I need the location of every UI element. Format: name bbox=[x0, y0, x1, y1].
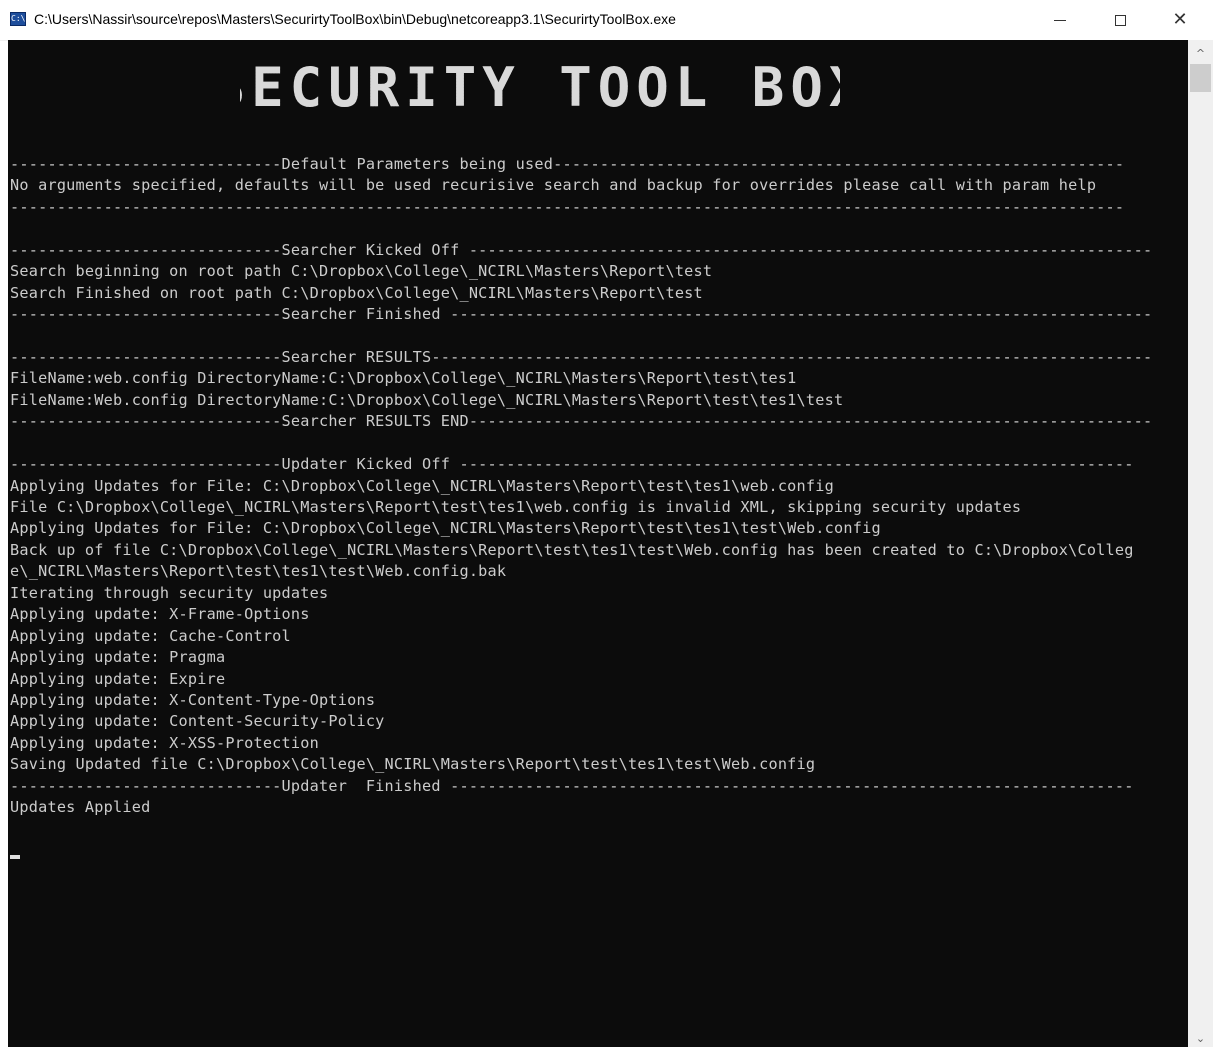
console-line: Applying update: X-Content-Type-Options bbox=[10, 690, 376, 709]
console-line: -----------------------------Searcher RE… bbox=[10, 347, 1153, 366]
console-line: e\_NCIRL\Masters\Report\test\tes1\test\W… bbox=[10, 562, 507, 581]
console-line: Search beginning on root path C:\Dropbox… bbox=[10, 262, 713, 281]
chevron-down-icon: ⌄ bbox=[1195, 1031, 1206, 1045]
console-line: Saving Updated file C:\Dropbox\College\_… bbox=[10, 755, 816, 774]
console-line: FileName:web.config DirectoryName:C:\Dro… bbox=[10, 369, 797, 388]
console-line: Applying update: X-Frame-Options bbox=[10, 605, 310, 624]
banner-dither-overlay: SECURITY TOOL BOX bbox=[240, 58, 840, 116]
console-line: -----------------------------Searcher Ki… bbox=[10, 240, 1153, 259]
window-title: C:\Users\Nassir\source\repos\Masters\Sec… bbox=[34, 11, 676, 27]
vertical-scrollbar[interactable]: ^ ⌄ bbox=[1188, 40, 1213, 1047]
minimize-icon bbox=[1054, 19, 1066, 21]
scroll-down-button[interactable]: ⌄ bbox=[1188, 1029, 1213, 1047]
console-window: C:\ C:\Users\Nassir\source\repos\Masters… bbox=[0, 0, 1213, 1047]
console-line: File C:\Dropbox\College\_NCIRL\Masters\R… bbox=[10, 498, 1022, 516]
console-output-area[interactable]: SECURITY TOOL BOX SECURITY TOOL BOX ----… bbox=[8, 40, 1188, 1047]
maximize-button[interactable] bbox=[1090, 0, 1150, 40]
console-line: No arguments specified, defaults will be… bbox=[10, 176, 1097, 195]
console-line: Iterating through security updates bbox=[10, 583, 329, 602]
console-line: Applying Updates for File: C:\Dropbox\Co… bbox=[10, 476, 834, 495]
close-icon: ✕ bbox=[1172, 9, 1188, 30]
console-line: Applying update: Expire bbox=[10, 669, 226, 688]
text-cursor bbox=[10, 855, 20, 859]
console-line: Updates Applied bbox=[10, 798, 151, 817]
console-line: Applying update: X-XSS-Protection bbox=[10, 733, 319, 752]
scrollbar-thumb[interactable] bbox=[1190, 64, 1211, 92]
title-bar[interactable]: C:\ C:\Users\Nassir\source\repos\Masters… bbox=[0, 0, 1213, 41]
console-line: -----------------------------Updater Fin… bbox=[10, 776, 1134, 795]
console-line: Search Finished on root path C:\Dropbox\… bbox=[10, 283, 703, 302]
console-app-icon[interactable]: C:\ bbox=[10, 12, 26, 26]
maximize-icon bbox=[1114, 14, 1126, 26]
console-line: ----------------------------------------… bbox=[10, 197, 1125, 216]
console-line: -----------------------------Searcher RE… bbox=[10, 412, 1153, 431]
console-line: FileName:Web.config DirectoryName:C:\Dro… bbox=[10, 390, 844, 409]
minimize-button[interactable] bbox=[1030, 0, 1090, 40]
console-line: Applying update: Content-Security-Policy bbox=[10, 712, 385, 731]
console-line: Applying Updates for File: C:\Dropbox\Co… bbox=[10, 519, 881, 538]
console-line: Back up of file C:\Dropbox\College\_NCIR… bbox=[10, 540, 1134, 559]
close-button[interactable]: ✕ bbox=[1150, 0, 1210, 40]
scroll-up-button[interactable]: ^ bbox=[1188, 44, 1213, 62]
console-line: -----------------------------Searcher Fi… bbox=[10, 305, 1153, 324]
console-line: -----------------------------Default Par… bbox=[10, 155, 1125, 173]
console-line: Applying update: Pragma bbox=[10, 648, 226, 667]
ascii-art-banner: SECURITY TOOL BOX SECURITY TOOL BOX bbox=[240, 58, 840, 116]
chevron-up-icon: ^ bbox=[1195, 46, 1206, 60]
console-text: -----------------------------Default Par… bbox=[10, 154, 1188, 819]
console-line: -----------------------------Updater Kic… bbox=[10, 455, 1134, 474]
console-line: Applying update: Cache-Control bbox=[10, 626, 291, 645]
